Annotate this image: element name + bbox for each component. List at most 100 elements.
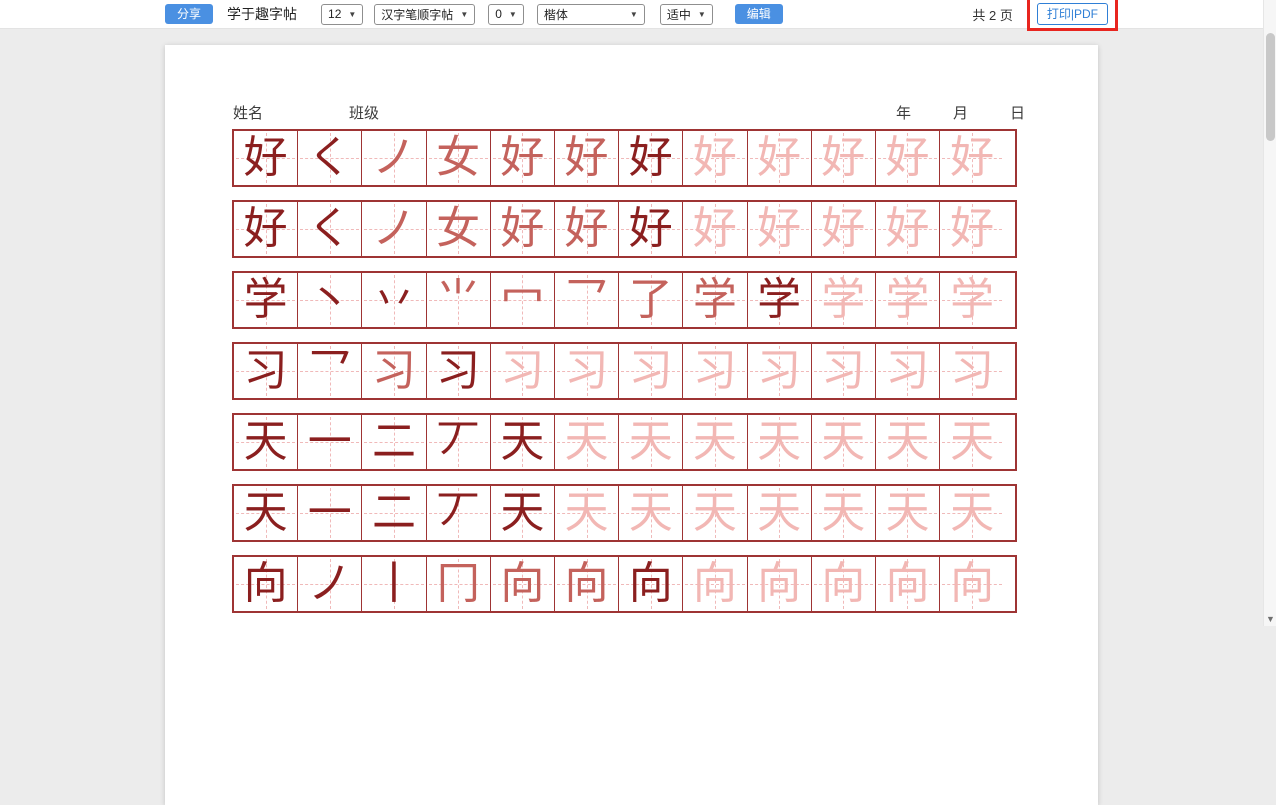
practice-cell: 天	[683, 415, 747, 469]
practice-glyph: ノ	[308, 562, 352, 606]
practice-cell: 好	[491, 131, 555, 185]
practice-cell: ノ	[298, 557, 362, 611]
practice-cell: 学	[748, 273, 812, 327]
practice-glyph: 好	[950, 207, 994, 251]
practice-cell: 学	[683, 273, 747, 327]
practice-cell: 天	[234, 415, 298, 469]
font-size-select[interactable]: 12 ▼	[321, 4, 363, 25]
practice-row: 好くノ女好好好好好好好好	[232, 200, 1017, 258]
practice-glyph: 好	[565, 207, 609, 251]
scroll-down-arrow-icon[interactable]: ▼	[1264, 614, 1276, 624]
practice-glyph: 天	[693, 491, 737, 535]
practice-cell: 好	[876, 202, 940, 256]
practice-glyph: 习	[693, 349, 737, 393]
practice-glyph: 向	[885, 562, 929, 606]
practice-cell: 乛	[555, 273, 619, 327]
practice-glyph: 向	[757, 562, 801, 606]
practice-glyph: 天	[244, 491, 288, 535]
vertical-scrollbar[interactable]: ▼	[1263, 0, 1276, 626]
share-button[interactable]: 分享	[165, 4, 213, 24]
practice-glyph: 天	[244, 420, 288, 464]
practice-glyph: 习	[885, 349, 929, 393]
practice-glyph: 冂	[436, 562, 480, 606]
practice-glyph: 天	[500, 420, 544, 464]
practice-glyph: 好	[885, 207, 929, 251]
practice-glyph: 一	[308, 491, 352, 535]
toolbar: 分享 学于趣字帖 12 ▼ 汉字笔顺字帖 ▼ 0 ▼ 楷体 ▼ 适中 ▼ 编辑 …	[0, 0, 1276, 29]
practice-glyph: 好	[821, 207, 865, 251]
practice-glyph: 习	[244, 349, 288, 393]
practice-glyph: ⺌	[436, 278, 480, 322]
class-label: 班级	[349, 102, 379, 123]
chevron-down-icon: ▼	[698, 10, 706, 19]
practice-glyph: 天	[565, 491, 609, 535]
practice-cell: 习	[234, 344, 298, 398]
practice-glyph: ノ	[372, 136, 416, 180]
scrollbar-thumb[interactable]	[1266, 33, 1275, 141]
practice-cell: 好	[234, 131, 298, 185]
practice-glyph: 好	[693, 136, 737, 180]
practice-cell: く	[298, 202, 362, 256]
practice-cell: 好	[876, 131, 940, 185]
print-pdf-button[interactable]: 打印|PDF	[1037, 3, 1108, 25]
practice-cell: 冂	[427, 557, 491, 611]
practice-row: 天一二丆天天天天天天天天	[232, 484, 1017, 542]
practice-glyph: 向	[500, 562, 544, 606]
practice-cell: 向	[683, 557, 747, 611]
practice-glyph: 天	[885, 491, 929, 535]
sheet-type-select[interactable]: 汉字笔顺字帖 ▼	[374, 4, 475, 25]
sheet-type-value: 汉字笔顺字帖	[381, 6, 453, 23]
practice-cell: 向	[812, 557, 876, 611]
practice-cell: 向	[940, 557, 1004, 611]
practice-cell: 天	[748, 486, 812, 540]
practice-glyph: 天	[629, 491, 673, 535]
practice-cell: ノ	[362, 131, 426, 185]
practice-cell: 乛	[298, 344, 362, 398]
practice-cell: 习	[362, 344, 426, 398]
practice-cell: 好	[234, 202, 298, 256]
practice-glyph: 习	[436, 349, 480, 393]
font-name-select[interactable]: 楷体 ▼	[537, 4, 645, 25]
practice-glyph: 好	[950, 136, 994, 180]
edit-button[interactable]: 编辑	[735, 4, 783, 24]
practice-cell: 好	[619, 202, 683, 256]
practice-cell: 习	[876, 344, 940, 398]
practice-cell: 向	[619, 557, 683, 611]
practice-glyph: 丨	[372, 562, 416, 606]
practice-glyph: 好	[629, 207, 673, 251]
practice-glyph: 女	[436, 136, 480, 180]
practice-cell: 学	[812, 273, 876, 327]
density-select[interactable]: 适中 ▼	[660, 4, 713, 25]
practice-glyph: 天	[821, 491, 865, 535]
practice-glyph: 乛	[308, 349, 352, 393]
month-label: 月	[953, 102, 968, 123]
practice-glyph: 乛	[565, 278, 609, 322]
practice-cell: 天	[683, 486, 747, 540]
practice-cell: く	[298, 131, 362, 185]
practice-glyph: 丷	[372, 278, 416, 322]
practice-glyph: 丆	[436, 420, 480, 464]
practice-glyph: 冖	[500, 278, 544, 322]
practice-cell: 冖	[491, 273, 555, 327]
practice-row: 天一二丆天天天天天天天天	[232, 413, 1017, 471]
page-count: 共 2 页	[972, 5, 1012, 24]
practice-cell: 学	[940, 273, 1004, 327]
practice-cell: ノ	[362, 202, 426, 256]
practice-cell: 习	[427, 344, 491, 398]
chevron-down-icon: ▼	[630, 10, 638, 19]
practice-glyph: 好	[244, 207, 288, 251]
practice-glyph: 习	[629, 349, 673, 393]
practice-glyph: 天	[629, 420, 673, 464]
stroke-option-select[interactable]: 0 ▼	[488, 4, 524, 25]
practice-glyph: 天	[757, 420, 801, 464]
practice-glyph: く	[308, 136, 352, 180]
practice-glyph: 天	[821, 420, 865, 464]
practice-cell: 一	[298, 486, 362, 540]
practice-glyph: 习	[565, 349, 609, 393]
practice-cell: 向	[491, 557, 555, 611]
practice-cell: 好	[555, 131, 619, 185]
practice-glyph: 天	[565, 420, 609, 464]
practice-glyph: 向	[244, 562, 288, 606]
practice-cell: 了	[619, 273, 683, 327]
practice-cell: 习	[491, 344, 555, 398]
